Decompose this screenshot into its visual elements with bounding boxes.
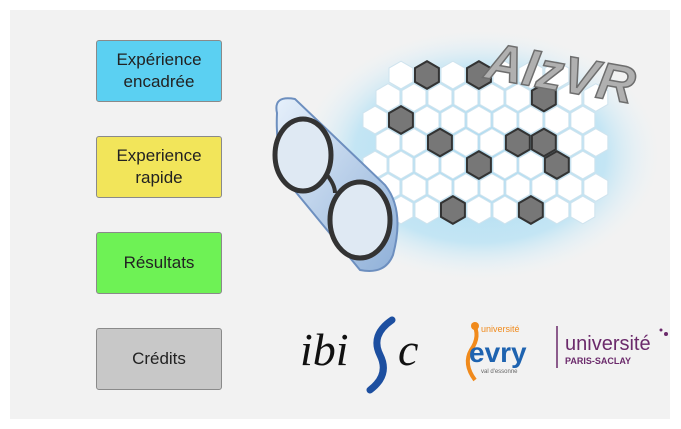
experience-rapide-button[interactable]: Experience rapide [96, 136, 222, 198]
resultats-label: Résultats [123, 253, 195, 272]
hex-cell-dark [530, 127, 557, 158]
credits-button[interactable]: Crédits [96, 328, 222, 390]
ibisc-logo-text: ibi [300, 324, 349, 375]
saclay-bottom-text: PARIS-SACLAY [565, 356, 631, 366]
hex-cell-dark [504, 127, 531, 158]
ibisc-logo-c: c [398, 324, 418, 375]
hex-cell-dark [517, 195, 544, 225]
evry-sub-text: val d'essonne [481, 369, 518, 375]
experience-encadree-button[interactable]: Expérience encadrée [96, 40, 222, 102]
hex-cell-dark [543, 150, 570, 180]
hex-cell-dark [427, 127, 453, 158]
ibisc-logo: ibi c [300, 316, 418, 394]
saclay-top-text: université [565, 333, 651, 355]
experience-rapide-label: Experience rapide [116, 146, 202, 187]
univ-evry-logo: université evry val d'essonne [465, 321, 527, 382]
evry-main-text: evry [469, 337, 527, 368]
hex-cell-dark [466, 150, 492, 180]
univ-paris-saclay-logo: université PARIS-SACLAY [556, 326, 668, 368]
hex-cell-dark [440, 195, 466, 225]
credits-label: Crédits [132, 349, 186, 368]
hex-cell-dark [388, 105, 414, 135]
hex-cell-dark [414, 60, 440, 90]
experience-encadree-label: Expérience encadrée [116, 50, 202, 91]
game-logo: AIzVR [272, 30, 660, 280]
resultats-button[interactable]: Résultats [96, 232, 222, 294]
evry-top-text: université [481, 324, 520, 334]
